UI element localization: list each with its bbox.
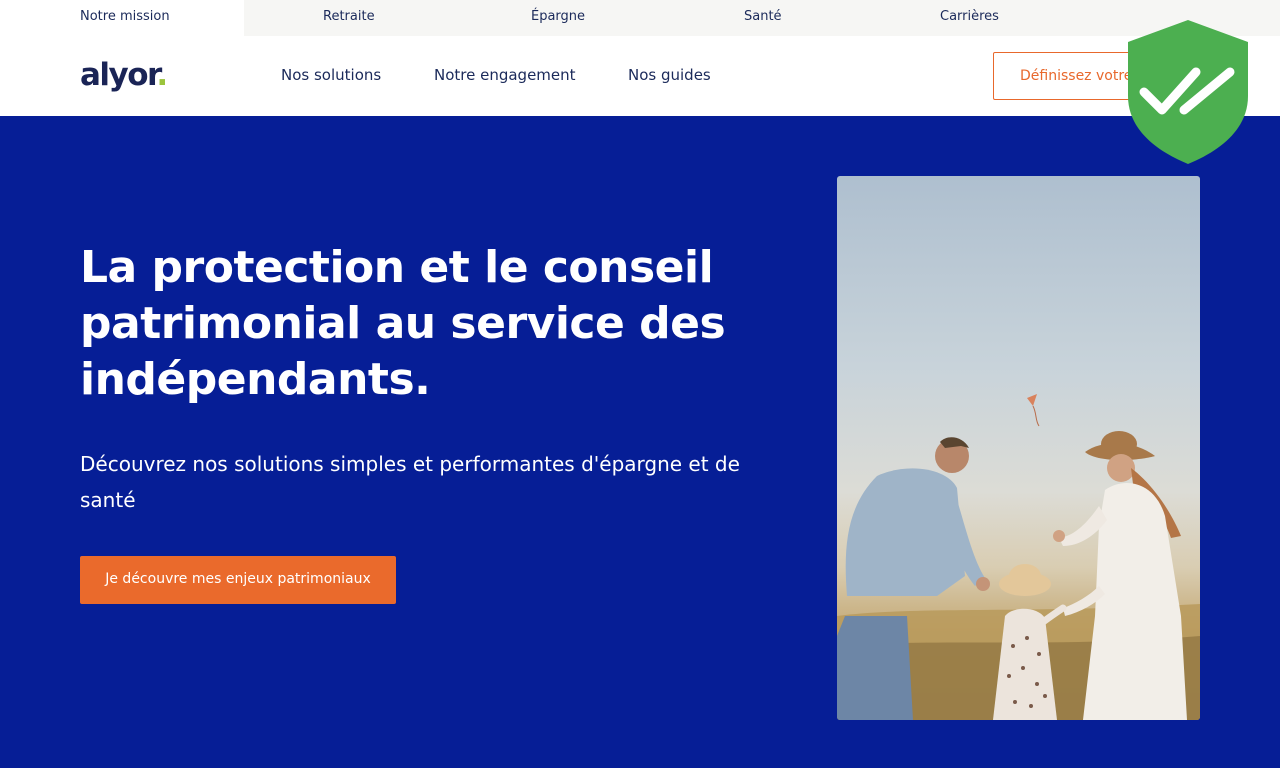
- tab-notre-mission[interactable]: Notre mission: [0, 0, 244, 36]
- hero-title: La protection et le conseil patrimonial …: [80, 242, 726, 405]
- tab-carrieres[interactable]: Carrières: [940, 0, 999, 36]
- discover-wealth-issues-button[interactable]: Je découvre mes enjeux patrimoniaux: [80, 556, 396, 604]
- nav-item-notre-engagement[interactable]: Notre engagement: [434, 64, 576, 86]
- logo-text: alyor: [80, 57, 158, 93]
- top-utility-bar: Notre mission Retraite Épargne Santé Car…: [0, 0, 1280, 36]
- hero-photo-family-kite: [837, 176, 1200, 720]
- nav-item-nos-solutions[interactable]: Nos solutions: [281, 64, 381, 86]
- logo-dot: .: [156, 57, 168, 93]
- logo[interactable]: alyor.: [80, 56, 168, 94]
- tab-retraite[interactable]: Retraite: [323, 0, 375, 36]
- tab-sante[interactable]: Santé: [744, 0, 782, 36]
- hero-subtitle: Découvrez nos solutions simples et perfo…: [80, 452, 740, 512]
- tab-epargne[interactable]: Épargne: [531, 0, 585, 36]
- nav-item-nos-guides[interactable]: Nos guides: [628, 64, 711, 86]
- shield-double-check-icon: [1126, 18, 1250, 166]
- main-header: alyor. Nos solutions Notre engagement No…: [0, 36, 1280, 116]
